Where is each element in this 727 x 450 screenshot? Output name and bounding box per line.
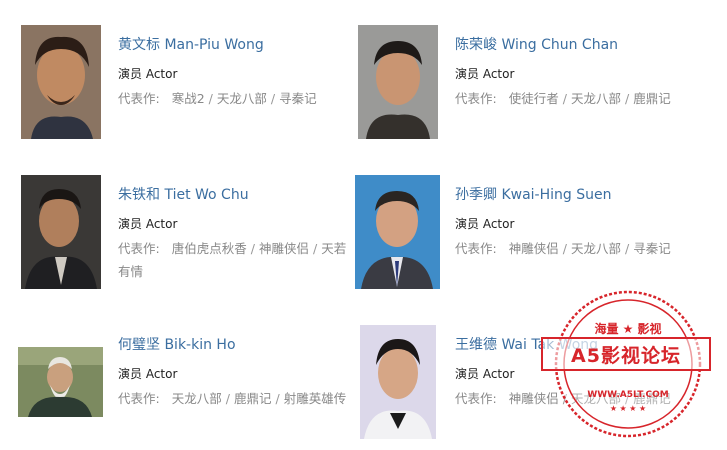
portrait-man-piu-wong-icon [21, 25, 101, 139]
actor-role: 演员 Actor [455, 67, 515, 81]
portrait-wing-chun-chan-icon [358, 25, 438, 139]
actor-name-link[interactable]: 何璧坚 Bik-kin Ho [118, 334, 236, 354]
portrait-bik-kin-ho-icon [18, 347, 103, 417]
representative-works: 代表作: 神雕侠侣 / 天龙八部 / 寻秦记 [455, 241, 671, 256]
actor-name-link[interactable]: 朱铁和 Tiet Wo Chu [118, 184, 249, 204]
work-link[interactable]: 神雕侠侣 [509, 391, 559, 406]
representative-works: 代表作: 神雕侠侣 / 天龙八部 / 鹿鼎记 [455, 391, 671, 406]
representative-works: 代表作: 天龙八部 / 鹿鼎记 / 射雕英雄传 [118, 391, 347, 406]
work-link[interactable]: 天龙八部 [217, 91, 267, 106]
actor-photo[interactable] [358, 25, 438, 139]
work-link[interactable]: 寻秦记 [279, 91, 317, 106]
actor-photo[interactable] [360, 325, 436, 439]
work-link[interactable]: 唐伯虎点秋香 [172, 241, 247, 256]
works-label: 代表作: [118, 241, 160, 256]
actor-photo[interactable] [21, 175, 101, 289]
actor-role: 演员 Actor [118, 67, 178, 81]
actor-name-link[interactable]: 孙季卿 Kwai-Hing Suen [455, 184, 611, 204]
work-link[interactable]: 使徒行者 [509, 91, 559, 106]
work-link[interactable]: 天龙八部 [571, 241, 621, 256]
works-label: 代表作: [455, 91, 497, 106]
work-link[interactable]: 神雕侠侣 [259, 241, 309, 256]
work-link[interactable]: 鹿鼎记 [633, 391, 671, 406]
work-link[interactable]: 天龙八部 [571, 91, 621, 106]
seal-icon: 海量 ★ 影视 WWW.A5LT.COM ★ ★ ★ ★ [554, 290, 702, 438]
actor-name-link[interactable]: 陈荣峻 Wing Chun Chan [455, 34, 618, 54]
portrait-tiet-wo-chu-icon [21, 175, 101, 289]
watermark-seal: 海量 ★ 影视 WWW.A5LT.COM ★ ★ ★ ★ A5影视论坛 [541, 289, 711, 439]
work-link[interactable]: 天龙八部 [172, 391, 222, 406]
representative-works: 代表作: 唐伯虎点秋香 / 神雕侠侣 / 天若有情 [118, 241, 347, 279]
work-link[interactable]: 寒战2 [172, 91, 205, 106]
watermark-top-text: 海量 ★ 影视 [594, 321, 661, 336]
representative-works: 代表作: 使徒行者 / 天龙八部 / 鹿鼎记 [455, 91, 671, 106]
work-link[interactable]: 寻秦记 [633, 241, 671, 256]
actor-role: 演员 Actor [118, 367, 178, 381]
actor-photo[interactable] [355, 175, 440, 289]
works-label: 代表作: [118, 91, 160, 106]
work-link[interactable]: 鹿鼎记 [633, 91, 671, 106]
work-link[interactable]: 神雕侠侣 [509, 241, 559, 256]
actor-name-link[interactable]: 黄文标 Man-Piu Wong [118, 34, 264, 54]
work-link[interactable]: 射雕英雄传 [284, 391, 347, 406]
works-label: 代表作: [118, 391, 160, 406]
actor-photo[interactable] [18, 347, 103, 417]
actor-role: 演员 Actor [118, 217, 178, 231]
work-link[interactable]: 鹿鼎记 [234, 391, 272, 406]
portrait-wai-tak-wong-icon [360, 325, 436, 439]
actor-role: 演员 Actor [455, 217, 515, 231]
works-label: 代表作: [455, 241, 497, 256]
works-label: 代表作: [455, 391, 497, 406]
actor-name-link[interactable]: 王维德 Wai Tak Wong [455, 334, 598, 354]
work-link[interactable]: 天龙八部 [571, 391, 621, 406]
actor-photo[interactable] [21, 25, 101, 139]
portrait-kwai-hing-suen-icon [355, 175, 440, 289]
representative-works: 代表作: 寒战2/天龙八部 / 寻秦记 [118, 91, 317, 106]
actor-role: 演员 Actor [455, 367, 515, 381]
